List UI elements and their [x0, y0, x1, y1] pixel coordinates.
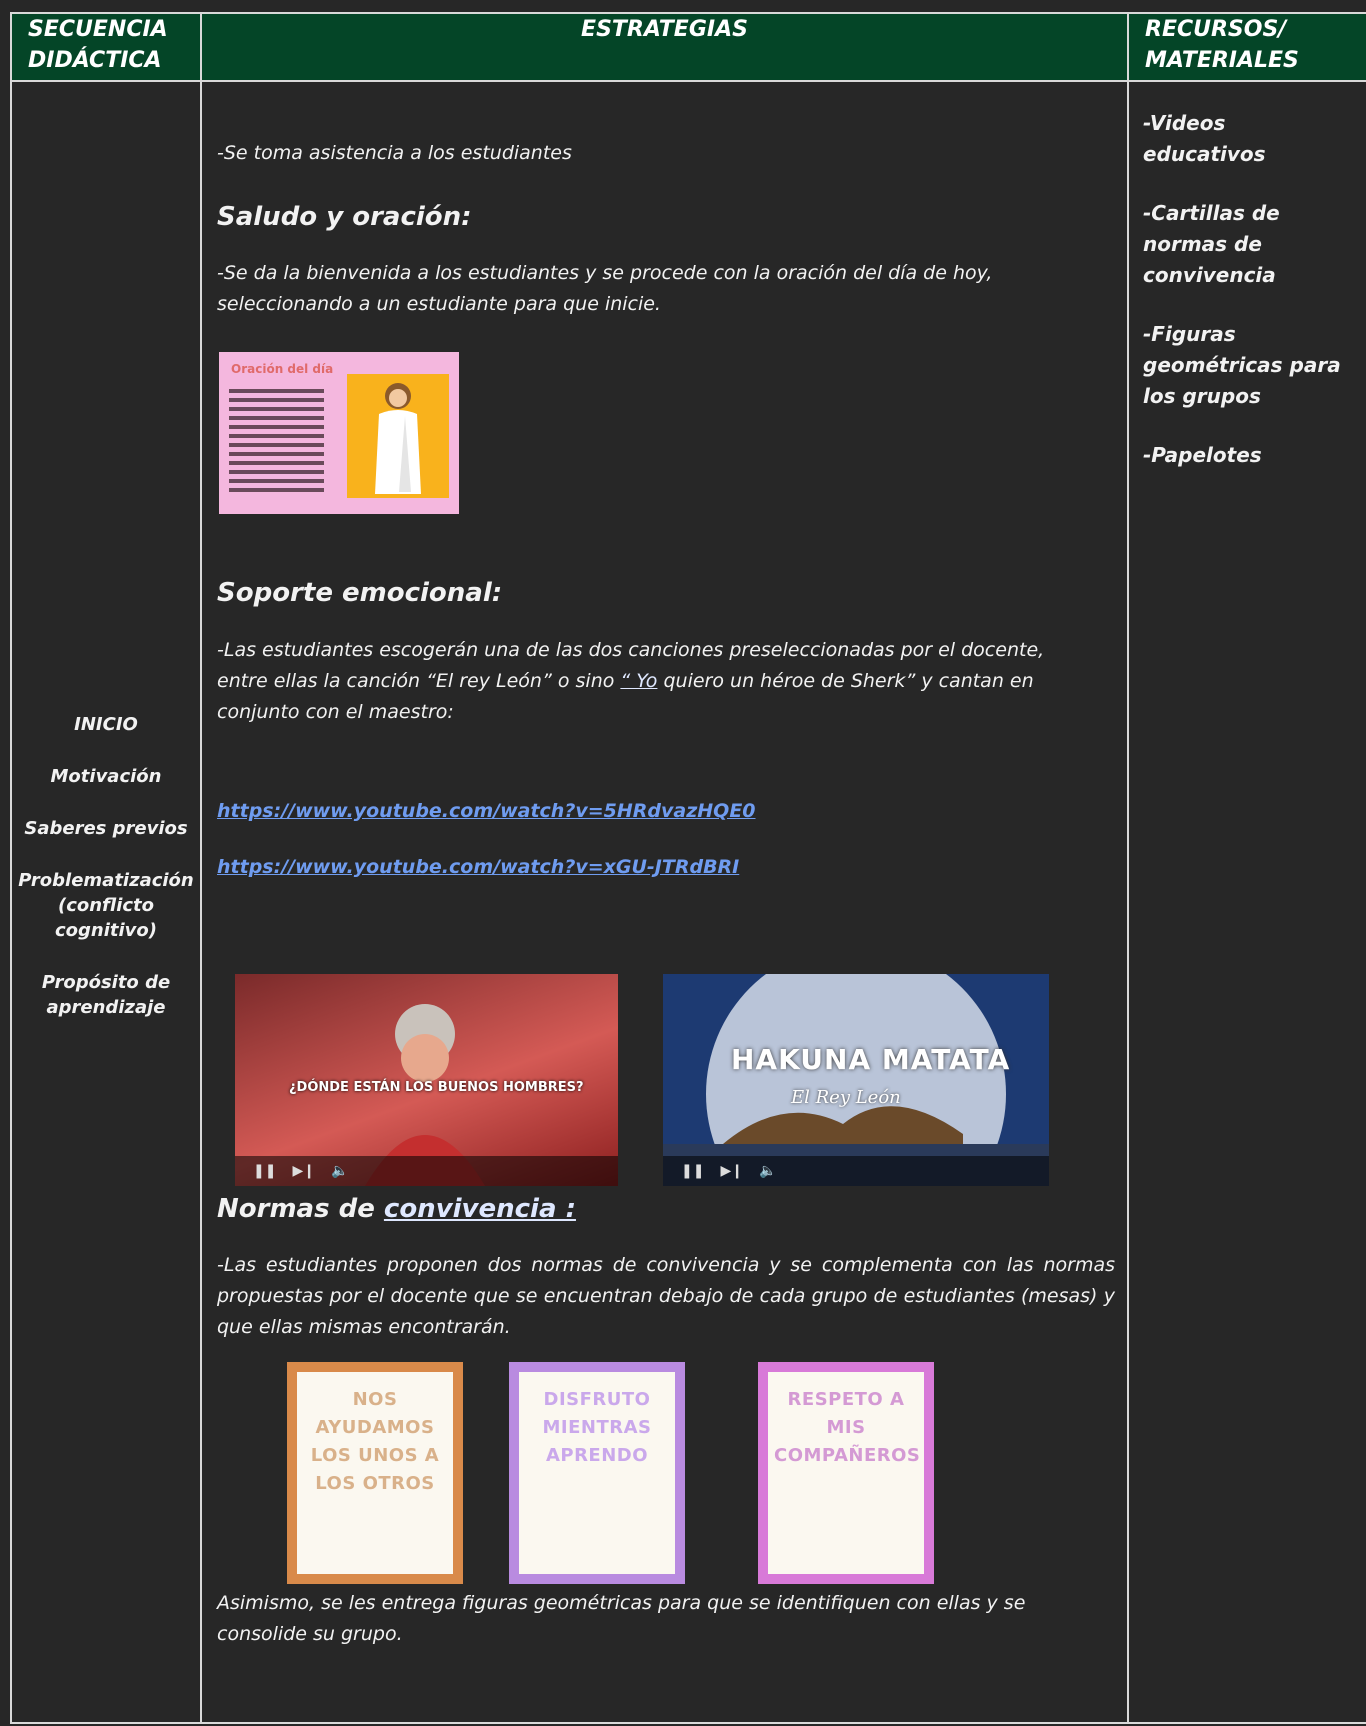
prayer-card-title: Oración del día — [231, 362, 334, 376]
prayer-image: Oración del día — [219, 352, 459, 514]
greeting-heading: Saludo y oración: — [217, 202, 472, 232]
attendance-text: -Se toma asistencia a los estudiantes — [217, 142, 572, 164]
norm-card-respect: RESPETO A MIS COMPAÑEROS — [758, 1362, 934, 1584]
stages-cell: INICIO Motivación Saberes previos Proble… — [10, 80, 202, 1724]
body-row: INICIO Motivación Saberes previos Proble… — [10, 80, 1366, 1724]
strategies-cell: -Se toma asistencia a los estudiantes Sa… — [200, 80, 1129, 1724]
youtube-link-2[interactable]: https://www.youtube.com/watch?v=xGU-JTRd… — [217, 852, 739, 883]
video-controls[interactable]: ❚❚ ▶❙ 🔈 — [235, 1156, 618, 1186]
jesus-figure-icon — [375, 383, 421, 494]
stage-inicio: INICIO — [74, 714, 138, 735]
video-thumbnail-sherk[interactable]: ¿DÓNDE ESTÁN LOS BUENOS HOMBRES? ❚❚ ▶❙ 🔈 — [235, 974, 618, 1186]
header-secuencia: SECUENCIA DIDÁCTICA — [10, 12, 202, 82]
video-title: HAKUNA MATATA — [731, 1043, 1011, 1076]
closing-text: Asimismo, se les entrega figuras geométr… — [217, 1592, 1026, 1645]
resource-papelotes: -Papelotes — [1143, 443, 1262, 467]
stage-proposito: Propósito de aprendizaje — [41, 972, 171, 1018]
norm-card-enjoy: DISFRUTO MIENTRAS APRENDO — [509, 1362, 685, 1584]
header-estrategias: ESTRATEGIAS — [200, 12, 1129, 82]
greeting-text: -Se da la bienvenida a los estudiantes y… — [217, 262, 993, 315]
resource-cartillas: -Cartillas de normas de convivencia — [1143, 201, 1280, 287]
resource-figuras: -Figuras geométricas para los grupos — [1143, 322, 1341, 408]
emotional-text: -Las estudiantes escogerán una de las do… — [217, 639, 1045, 723]
video-subtitle: El Rey León — [791, 1087, 901, 1108]
resource-videos: -Videos educativos — [1143, 111, 1266, 166]
stage-saberes: Saberes previos — [24, 818, 188, 839]
moon-icon — [663, 974, 1049, 1186]
stage-problematizacion: Problematización (conflicto cognitivo) — [18, 870, 194, 941]
header-row: SECUENCIA DIDÁCTICA ESTRATEGIAS RECURSOS/… — [10, 12, 1366, 82]
emotional-heading: Soporte emocional: — [217, 578, 503, 608]
video-controls[interactable]: ❚❚ ▶❙ 🔈 — [663, 1156, 1049, 1186]
header-recursos: RECURSOS/MATERIALES — [1127, 12, 1366, 82]
norms-heading: Normas de convivencia : — [217, 1194, 576, 1224]
youtube-link-1[interactable]: https://www.youtube.com/watch?v=5HRdvazH… — [217, 796, 756, 827]
lesson-plan-table: SECUENCIA DIDÁCTICA ESTRATEGIAS RECURSOS/… — [10, 12, 1366, 1724]
norm-card-help: NOS AYUDAMOS LOS UNOS A LOS OTROS — [287, 1362, 463, 1584]
video-thumbnail-lion-king[interactable]: HAKUNA MATATA El Rey León ❚❚ ▶❙ 🔈 — [663, 974, 1049, 1186]
stage-motivacion: Motivación — [50, 766, 162, 787]
resources-cell: -Videos educativos -Cartillas de normas … — [1127, 80, 1366, 1724]
norms-text: -Las estudiantes proponen dos normas de … — [217, 1254, 1115, 1338]
video-caption: ¿DÓNDE ESTÁN LOS BUENOS HOMBRES? — [289, 1080, 584, 1095]
